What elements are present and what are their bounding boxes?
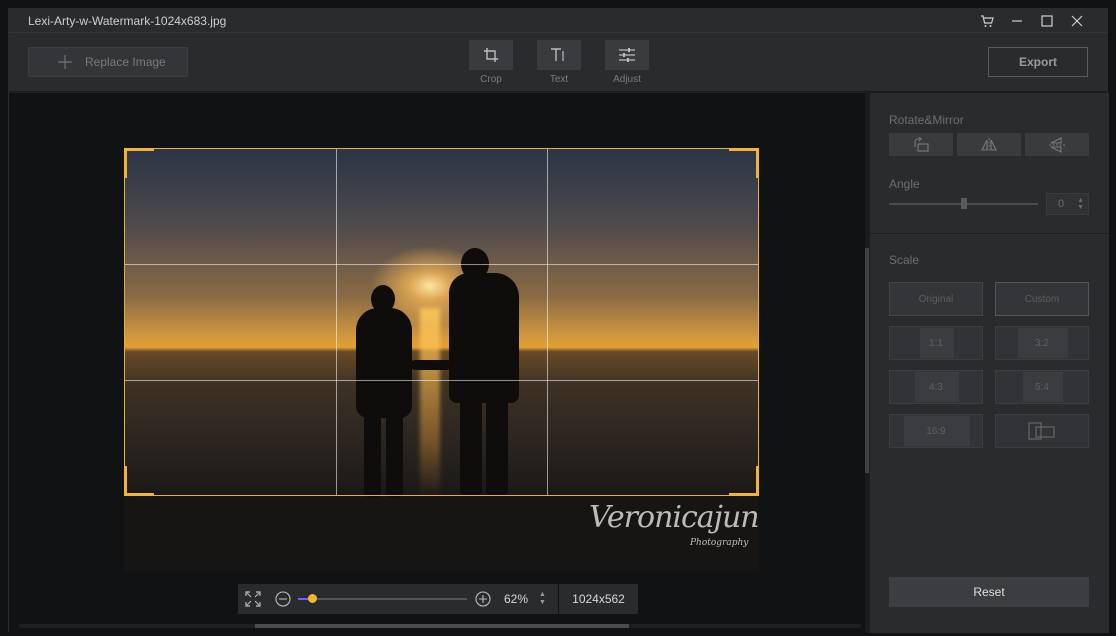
scale-title: Scale <box>889 253 920 267</box>
crop-handle-bottom-right[interactable] <box>729 466 759 496</box>
title-bar: Lexi-Arty-w-Watermark-1024x683.jpg <box>9 9 1107 33</box>
crop-handle-bottom-left[interactable] <box>124 466 154 496</box>
horizontal-scrollbar[interactable] <box>19 624 861 628</box>
flip-horizontal-icon <box>981 137 997 152</box>
tool-adjust[interactable]: Adjust <box>605 40 649 85</box>
toolbar: Replace Image Crop Text Adjust Export <box>9 33 1107 92</box>
scale-custom-button[interactable]: Custom <box>995 282 1089 316</box>
window-title: Lexi-Arty-w-Watermark-1024x683.jpg <box>28 14 227 28</box>
tool-text-label: Text <box>549 74 569 85</box>
rotate-mirror-title: Rotate&Mirror <box>889 113 964 127</box>
maximize-icon[interactable] <box>1038 12 1056 30</box>
watermark-script: Veronicajune <box>589 500 759 535</box>
minimize-icon[interactable] <box>1008 12 1026 30</box>
scale-swap-orientation-button[interactable] <box>995 414 1089 448</box>
scale-original-button[interactable]: Original <box>889 282 983 316</box>
grid-line <box>125 380 758 381</box>
scale-5-4-button[interactable]: 5:4 <box>995 370 1089 404</box>
crop-icon <box>484 48 498 62</box>
scale-1-1-button[interactable]: 1:1 <box>889 326 983 360</box>
scale-4-3-button[interactable]: 4:3 <box>889 370 983 404</box>
replace-image-label: Replace Image <box>85 55 166 69</box>
replace-image-button[interactable]: Replace Image <box>28 47 188 77</box>
cart-icon[interactable] <box>978 12 996 30</box>
rotate-icon <box>914 136 929 152</box>
grid-line <box>336 149 337 495</box>
flip-horizontal-button[interactable] <box>957 133 1021 156</box>
tool-adjust-label: Adjust <box>613 74 641 85</box>
scale-16-9-button[interactable]: 16:9 <box>889 414 983 448</box>
watermark-sub: Photography <box>690 538 749 548</box>
tool-crop-label: Crop <box>480 74 502 85</box>
editor-window: Lexi-Arty-w-Watermark-1024x683.jpg Repla… <box>8 8 1109 633</box>
reset-button[interactable]: Reset <box>889 577 1089 607</box>
plus-icon <box>58 55 72 69</box>
crop-handle-top-left[interactable] <box>124 148 154 178</box>
scale-3-2-button[interactable]: 3:2 <box>995 326 1089 360</box>
zoom-percent: 62% <box>504 592 529 606</box>
zoom-out-icon[interactable] <box>274 590 292 608</box>
settings-panel: Rotate&Mirror Angle 0 ▲ ▼ Scale Original … <box>870 93 1109 633</box>
crop-handle-top-right[interactable] <box>729 148 759 178</box>
zoom-slider[interactable] <box>298 598 467 600</box>
zoom-bar: 62% ▲ ▼ <box>238 584 558 614</box>
zoom-spinner-icon[interactable]: ▲ ▼ <box>539 591 546 607</box>
tool-text[interactable]: Text <box>537 40 581 85</box>
zoom-slider-knob[interactable] <box>308 594 317 603</box>
close-icon[interactable] <box>1068 12 1086 30</box>
angle-title: Angle <box>889 177 920 191</box>
flip-vertical-icon <box>1049 136 1065 153</box>
angle-spinner-icon[interactable]: ▲ ▼ <box>1077 197 1084 211</box>
angle-input[interactable]: 0 ▲ ▼ <box>1046 193 1089 215</box>
angle-slider-knob[interactable] <box>961 198 967 209</box>
export-button[interactable]: Export <box>988 47 1088 77</box>
crop-frame[interactable] <box>124 148 759 496</box>
swap-orientation-icon <box>1028 422 1055 440</box>
grid-line <box>125 264 758 265</box>
image-canvas[interactable]: Veronicajune Photography 62% ▲ ▼ 1024x56… <box>9 93 865 633</box>
vertical-scrollbar[interactable] <box>865 93 869 633</box>
tool-crop[interactable]: Crop <box>469 40 513 85</box>
zoom-in-icon[interactable] <box>474 590 492 608</box>
text-icon <box>551 48 564 61</box>
fit-screen-icon[interactable] <box>244 590 262 608</box>
image-size-readout: 1024x562 <box>559 584 638 614</box>
flip-vertical-button[interactable] <box>1025 133 1089 156</box>
grid-line <box>547 149 548 495</box>
adjust-icon <box>619 48 635 62</box>
rotate-button[interactable] <box>889 133 953 156</box>
angle-value: 0 <box>1058 198 1065 210</box>
